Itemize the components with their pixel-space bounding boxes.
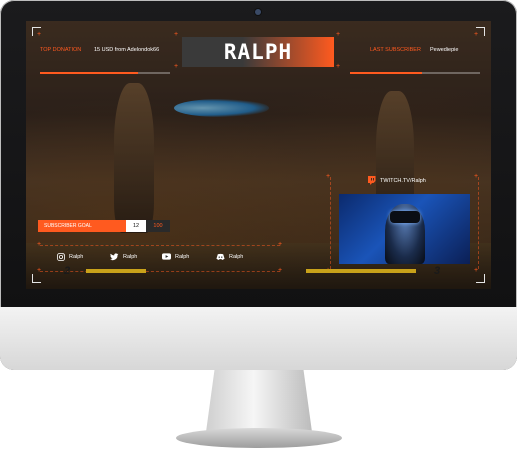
health-bar-left [86,269,146,273]
social-twitter[interactable]: Ralph [110,252,137,261]
monitor-stand [206,370,312,432]
top-donation-progress [40,72,170,74]
frame-corner-bl [32,274,41,283]
top-donation-label: TOP DONATION [40,47,82,53]
subscriber-goal-label: SUBSCRIBER GOAL [38,220,126,232]
last-subscriber-label: LAST SUBSCRIBER [370,47,421,53]
social-youtube[interactable]: Ralph [162,252,189,261]
hud-plus-marker: + [174,63,179,70]
last-subscriber-progress-fill [350,72,422,74]
stream-overlay: TOP DONATION 15 USD from Adelondok66 RAL… [26,21,491,289]
webcam-guide-right [478,177,479,269]
streamer-title: RALPH [182,37,334,67]
social-divider-top [40,245,280,246]
last-subscriber-value: Pewediepie [430,47,459,53]
twitch-label: TWITCH.TV/Ralph [380,177,426,184]
top-donation-progress-fill [40,72,138,74]
twitch-icon [367,176,376,185]
health-bar-right [306,269,416,273]
hud-plus-marker: + [174,31,179,38]
monitor-base [176,428,342,448]
twitch-channel[interactable]: TWITCH.TV/Ralph [367,176,426,185]
monitor: TOP DONATION 15 USD from Adelondok66 RAL… [0,0,517,370]
frame-corner-br [476,274,485,283]
twitter-handle: Ralph [123,253,138,260]
frame-corner-tr [476,27,485,36]
last-subscriber-progress [350,72,480,74]
social-discord[interactable]: Ralph [216,252,243,261]
round-counter-left: 2 [64,265,71,277]
instagram-icon [56,252,65,261]
webcam-guide-left [330,177,331,269]
youtube-icon [162,252,171,261]
webcam-feed [339,194,470,264]
discord-icon [216,252,225,261]
instagram-handle: Ralph [69,253,84,260]
hud-plus-marker: + [336,31,341,38]
monitor-chin [0,307,517,370]
youtube-handle: Ralph [175,253,190,260]
camera-icon [255,9,261,15]
subscriber-goal-current: 12 [126,220,146,232]
frame-corner-tl [32,27,41,36]
stream-screen: TOP DONATION 15 USD from Adelondok66 RAL… [26,21,491,289]
social-instagram[interactable]: Ralph [56,252,83,261]
vr-headset [390,211,420,223]
social-divider-bottom [40,271,280,272]
top-donation-value: 15 USD from Adelondok66 [94,47,160,53]
round-counter-right: 3 [434,265,441,277]
discord-handle: Ralph [229,253,244,260]
subscriber-goal-target: 100 [146,220,170,232]
twitter-icon [110,252,119,261]
hud-plus-marker: + [336,63,341,70]
